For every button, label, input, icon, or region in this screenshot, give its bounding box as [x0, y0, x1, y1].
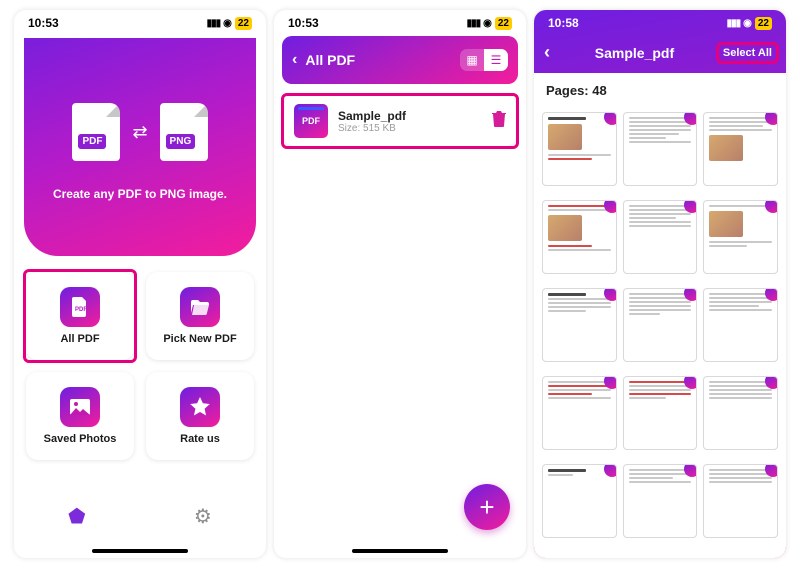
select-dot-icon [765, 200, 778, 213]
signal-icon: ▮▮▮ [207, 18, 221, 29]
tile-label: Saved Photos [44, 433, 117, 445]
page-thumbnail[interactable] [542, 288, 617, 362]
home-icon[interactable]: ⬟ [68, 504, 85, 529]
page-thumbnail[interactable] [623, 288, 698, 362]
status-bar: 10:53 ▮▮▮ ◉ 22 [274, 10, 526, 36]
signal-icon: ▮▮▮ [467, 18, 481, 29]
star-icon [180, 387, 220, 427]
page-thumbnail[interactable] [703, 288, 778, 362]
battery-badge: 22 [235, 17, 252, 30]
pdf-badge: PDF [78, 134, 106, 149]
select-all-button[interactable]: Select All [719, 45, 776, 61]
screen-all-pdf: 10:53 ▮▮▮ ◉ 22 ‹ All PDF ▦ ☰ PDF Sample_… [274, 10, 526, 558]
topbar: ‹ Sample_pdf Select All [534, 36, 786, 73]
battery-badge: 22 [495, 17, 512, 30]
grid-view-icon[interactable]: ▦ [460, 49, 484, 71]
page-thumbnail[interactable] [542, 376, 617, 450]
page-thumbnail[interactable] [703, 112, 778, 186]
hero-graphic: PDF ⇄ PNG [72, 103, 207, 161]
wifi-icon: ◉ [223, 18, 232, 29]
select-dot-icon [684, 464, 697, 477]
file-row-sample-pdf[interactable]: PDF Sample_pdf Size: 515 KB [284, 96, 516, 146]
home-indicator [352, 549, 448, 553]
wifi-icon: ◉ [743, 18, 752, 29]
home-tile-grid: PDF All PDF Pick New PDF Saved Photos Ra… [26, 272, 254, 460]
list-view-icon[interactable]: ☰ [484, 49, 508, 71]
home-indicator [92, 549, 188, 553]
page-thumbnail[interactable] [703, 200, 778, 274]
page-thumbnail[interactable] [623, 464, 698, 538]
tile-saved-photos[interactable]: Saved Photos [26, 372, 134, 460]
topbar-title: Sample_pdf [558, 45, 711, 61]
page-thumbnail[interactable] [623, 376, 698, 450]
tile-label: Rate us [180, 433, 220, 445]
status-time: 10:58 [548, 16, 579, 30]
view-toggle[interactable]: ▦ ☰ [460, 49, 508, 71]
page-thumbnail[interactable] [703, 376, 778, 450]
screen-pdf-pages: 10:58 ▮▮▮ ◉ 22 ‹ Sample_pdf Select All P… [534, 10, 786, 558]
status-time: 10:53 [288, 16, 319, 30]
thumb-label: PDF [302, 116, 320, 126]
page-thumbnail-grid [534, 108, 786, 558]
page-thumbnail[interactable] [703, 464, 778, 538]
select-dot-icon [765, 464, 778, 477]
status-right: ▮▮▮ ◉ 22 [467, 17, 512, 30]
topbar-title: All PDF [305, 52, 452, 68]
pages-count: Pages: 48 [534, 73, 786, 108]
status-bar: 10:53 ▮▮▮ ◉ 22 [14, 10, 266, 36]
file-size: Size: 515 KB [338, 123, 482, 134]
tile-rate-us[interactable]: Rate us [146, 372, 254, 460]
fab-add-button[interactable]: + [464, 484, 510, 530]
back-icon[interactable]: ‹ [544, 42, 550, 63]
page-thumbnail[interactable] [623, 200, 698, 274]
trash-icon[interactable] [492, 111, 506, 131]
page-thumbnail[interactable] [542, 200, 617, 274]
select-dot-icon [765, 376, 778, 389]
tile-all-pdf[interactable]: PDF All PDF [26, 272, 134, 360]
file-pdf-icon: PDF [60, 287, 100, 327]
battery-badge: 22 [755, 17, 772, 30]
hero-panel: PDF ⇄ PNG Create any PDF to PNG image. [24, 38, 256, 256]
pdf-doc-icon: PDF [72, 103, 120, 161]
select-dot-icon [684, 376, 697, 389]
back-icon[interactable]: ‹ [292, 51, 297, 69]
select-dot-icon [765, 112, 778, 125]
select-dot-icon [684, 200, 697, 213]
png-badge: PNG [166, 134, 196, 149]
folder-open-icon [180, 287, 220, 327]
svg-text:PDF: PDF [75, 307, 87, 313]
swap-icon: ⇄ [132, 122, 147, 143]
status-bar: 10:58 ▮▮▮ ◉ 22 [534, 10, 786, 36]
gear-icon[interactable]: ⚙ [194, 504, 212, 529]
signal-icon: ▮▮▮ [727, 18, 741, 29]
status-right: ▮▮▮ ◉ 22 [727, 17, 772, 30]
page-thumbnail[interactable] [542, 464, 617, 538]
topbar: ‹ All PDF ▦ ☰ [282, 36, 518, 84]
file-meta: Sample_pdf Size: 515 KB [338, 109, 482, 134]
file-name: Sample_pdf [338, 109, 482, 123]
tile-label: All PDF [60, 333, 99, 345]
select-dot-icon [684, 288, 697, 301]
select-dot-icon [684, 112, 697, 125]
screen-home: 10:53 ▮▮▮ ◉ 22 PDF ⇄ PNG Create any PDF … [14, 10, 266, 558]
bottom-nav: ⬟ ⚙ [14, 486, 266, 546]
select-dot-icon [765, 288, 778, 301]
status-time: 10:53 [28, 16, 59, 30]
page-thumbnail[interactable] [623, 112, 698, 186]
tile-pick-new-pdf[interactable]: Pick New PDF [146, 272, 254, 360]
tile-label: Pick New PDF [163, 333, 236, 345]
status-right: ▮▮▮ ◉ 22 [207, 17, 252, 30]
photo-icon [60, 387, 100, 427]
hero-tagline: Create any PDF to PNG image. [53, 187, 227, 201]
file-list: PDF Sample_pdf Size: 515 KB [274, 84, 526, 158]
wifi-icon: ◉ [483, 18, 492, 29]
png-doc-icon: PNG [160, 103, 208, 161]
page-thumbnail[interactable] [542, 112, 617, 186]
pdf-thumb-icon: PDF [294, 104, 328, 138]
